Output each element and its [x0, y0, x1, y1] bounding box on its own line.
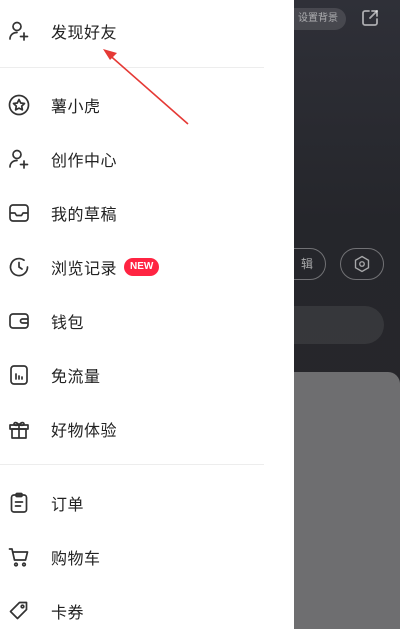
menu-item-cart[interactable]: 购物车 [0, 530, 294, 584]
divider [0, 464, 264, 465]
add-user-icon [6, 18, 32, 44]
menu-item-good-stuff[interactable]: 好物体验 [0, 402, 294, 456]
menu-item-label: 订单 [51, 495, 85, 514]
menu-item-label: 我的草稿 [51, 205, 118, 224]
menu-item-my-drafts[interactable]: 我的草稿 [0, 186, 294, 240]
menu-item-label: 好物体验 [51, 421, 118, 440]
add-user-icon [6, 146, 32, 172]
share-icon[interactable] [360, 8, 380, 28]
menu-item-label: 发现好友 [51, 23, 118, 42]
clock-icon [6, 254, 32, 280]
menu-item-label: 创作中心 [51, 151, 118, 170]
wallet-icon [6, 308, 32, 334]
menu-item-shu-xiao-hu[interactable]: 薯小虎 [0, 78, 294, 132]
menu-item-find-friends[interactable]: 发现好友 [0, 4, 294, 58]
menu-item-history[interactable]: 浏览记录 NEW [0, 240, 294, 294]
inbox-icon [6, 200, 32, 226]
menu-item-label: 购物车 [51, 549, 101, 568]
menu-item-orders[interactable]: 订单 [0, 476, 294, 530]
gear-icon [353, 255, 371, 273]
menu-item-label: 薯小虎 [51, 97, 101, 116]
gift-icon [6, 416, 32, 442]
side-drawer: 发现好友 薯小虎 创作中心 我的草稿 浏览记录 NEW 钱包 免流量 好物体验 … [0, 0, 294, 629]
menu-item-label: 浏览记录 [51, 259, 118, 278]
menu-item-free-data[interactable]: 免流量 [0, 348, 294, 402]
divider [0, 67, 264, 68]
menu-item-coupons[interactable]: 卡券 [0, 584, 294, 629]
cart-icon [6, 544, 32, 570]
menu-item-wallet[interactable]: 钱包 [0, 294, 294, 348]
star-badge-icon [6, 92, 32, 118]
new-badge: NEW [124, 258, 160, 276]
settings-button[interactable] [340, 248, 384, 280]
menu-item-creator-center[interactable]: 创作中心 [0, 132, 294, 186]
clipboard-icon [6, 490, 32, 516]
menu-item-label: 钱包 [51, 313, 85, 332]
menu-item-label: 免流量 [51, 367, 101, 386]
background-panel [280, 372, 400, 629]
data-chart-icon [6, 362, 32, 388]
menu-item-label: 卡券 [51, 603, 85, 622]
tag-icon [6, 598, 32, 624]
